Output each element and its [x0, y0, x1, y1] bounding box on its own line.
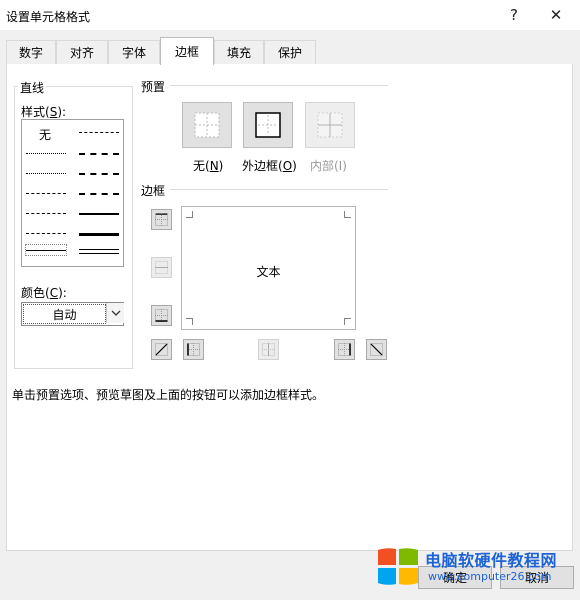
chevron-down-icon[interactable] — [106, 303, 124, 323]
preset-outline-label: 外边框(O) — [242, 159, 297, 173]
preview-corner-tr — [344, 211, 351, 218]
border-diagonal-down-icon — [370, 343, 383, 356]
border-bottom-button[interactable] — [151, 305, 172, 326]
preset-inside-label: 内部(I) — [310, 159, 347, 173]
tab-fill[interactable]: 填充 — [214, 40, 264, 64]
border-right-button[interactable] — [334, 339, 355, 360]
color-label: 颜色(C): — [21, 286, 67, 300]
line-group-title: 直线 — [18, 79, 47, 96]
line-style-medium-dashed[interactable] — [79, 193, 119, 195]
line-style-double[interactable] — [79, 249, 119, 254]
tab-font[interactable]: 字体 — [108, 40, 160, 64]
border-inside-vertical-icon — [262, 343, 275, 356]
line-style-dash-dot-dot[interactable] — [26, 193, 66, 194]
presets-separator — [170, 85, 388, 86]
border-right-icon — [338, 343, 351, 356]
line-style-medium[interactable] — [79, 213, 119, 215]
preset-inside-button[interactable] — [305, 102, 355, 148]
close-button[interactable]: ✕ — [536, 0, 576, 30]
windows-logo-watermark — [376, 546, 420, 588]
border-left-button[interactable] — [183, 339, 204, 360]
preset-none-button[interactable] — [182, 102, 232, 148]
style-label: 样式(S): — [21, 105, 67, 119]
watermark-url: www.computer26.com — [428, 570, 552, 583]
presets-title: 预置 — [141, 80, 166, 94]
border-left-icon — [187, 343, 200, 356]
line-style-slant-dash-dot[interactable] — [79, 153, 119, 155]
border-inside-horizontal-icon — [155, 261, 168, 274]
color-select[interactable]: 自动 — [21, 302, 124, 326]
line-style-medium-dash-dot[interactable] — [79, 173, 119, 175]
border-separator — [170, 189, 388, 190]
dialog-title: 设置单元格格式 — [6, 10, 91, 24]
line-style-thin — [26, 250, 66, 251]
preset-none-label: 无(N) — [193, 159, 224, 173]
border-diagonal-up-icon — [155, 343, 168, 356]
border-diagonal-up-button[interactable] — [151, 339, 172, 360]
line-style-none[interactable]: 无 — [39, 126, 51, 143]
line-style-medium-dash-dot-dot[interactable] — [79, 132, 119, 133]
preset-outline-icon — [255, 112, 281, 138]
hint-text: 单击预置选项、预览草图及上面的按钮可以添加边框样式。 — [12, 388, 325, 402]
border-inside-vertical-button[interactable] — [258, 339, 279, 360]
preset-none-icon — [194, 112, 220, 138]
line-style-list[interactable]: 无 — [21, 119, 124, 267]
color-value: 自动 — [23, 304, 106, 324]
tab-number[interactable]: 数字 — [6, 40, 56, 64]
help-button[interactable]: ? — [494, 0, 534, 30]
border-top-icon — [155, 213, 168, 226]
tab-alignment[interactable]: 对齐 — [56, 40, 108, 64]
border-preview[interactable]: 文本 — [181, 206, 356, 330]
preview-text: 文本 — [256, 265, 281, 279]
line-style-dashed[interactable] — [26, 233, 66, 234]
preset-outline-button[interactable] — [243, 102, 293, 148]
preview-corner-br — [344, 318, 351, 325]
border-top-button[interactable] — [151, 209, 172, 230]
line-style-hair[interactable] — [26, 153, 66, 154]
line-style-dash-dot[interactable] — [26, 213, 66, 214]
border-inside-horizontal-button[interactable] — [151, 257, 172, 278]
line-style-dotted[interactable] — [26, 173, 66, 174]
preview-corner-bl — [186, 318, 193, 325]
watermark-brand: 电脑软硬件教程网 — [425, 551, 558, 570]
tab-protection[interactable]: 保护 — [264, 40, 316, 64]
border-diagonal-down-button[interactable] — [366, 339, 387, 360]
preview-corner-tl — [186, 211, 193, 218]
preset-inside-icon — [317, 112, 343, 138]
line-style-thick[interactable] — [79, 233, 119, 236]
border-bottom-icon — [155, 309, 168, 322]
border-title: 边框 — [141, 184, 166, 198]
tab-border[interactable]: 边框 — [160, 37, 214, 65]
